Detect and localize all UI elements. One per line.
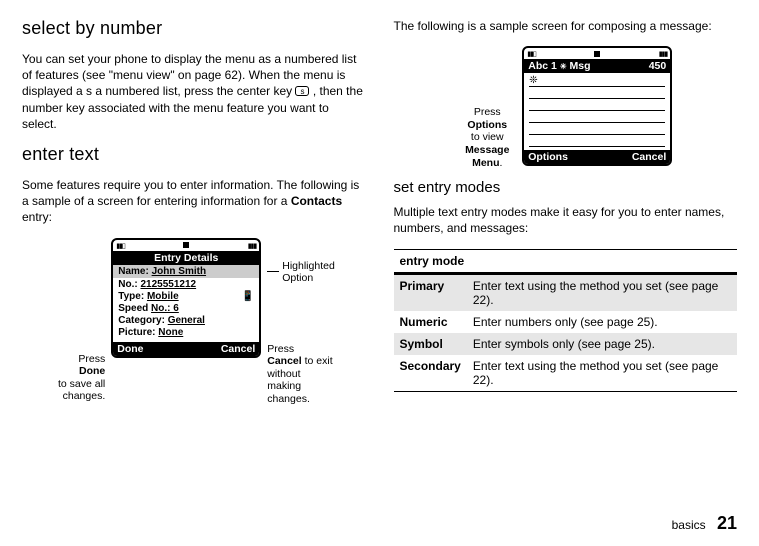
para-select-by-number: You can set your phone to display the me… <box>22 51 366 132</box>
softkey-bar: Options Cancel <box>524 150 670 164</box>
label: Category: <box>118 315 165 326</box>
battery-icon <box>248 241 257 250</box>
mode-desc: Enter text using the method you set (see… <box>467 273 737 311</box>
heading-select-by-number: select by number <box>22 18 366 39</box>
table-header: entry mode <box>394 249 738 273</box>
mode-desc: Enter symbols only (see page 25). <box>467 333 737 355</box>
text: Press <box>474 106 501 118</box>
options-bold: Options <box>467 119 507 131</box>
center-key-icon: s <box>295 86 309 96</box>
phone-title-bar: Abc 1 ✳ Msg 450 <box>524 59 670 73</box>
field-picture: Picture: None <box>118 327 254 338</box>
para-compose-intro: The following is a sample screen for com… <box>394 18 738 34</box>
status-square-icon <box>594 51 600 57</box>
label: No.: <box>118 279 137 290</box>
phone-message-body[interactable]: ❊ <box>524 73 670 150</box>
value: No.: 6 <box>151 303 179 314</box>
field-speed: Speed No.: 6 <box>118 303 254 314</box>
mode-name: Symbol <box>394 333 467 355</box>
text: to save all changes. <box>58 378 105 403</box>
callout-options: Press Options to view Message Menu. <box>458 106 516 169</box>
softkey-done[interactable]: Done <box>117 343 143 355</box>
page-footer: basics 21 <box>672 513 737 534</box>
entry-details-diagram: Press Done to save all changes. Entry De… <box>22 238 366 406</box>
field-name-highlighted: Name: John Smith <box>113 265 259 278</box>
mode-name: Numeric <box>394 311 467 333</box>
text-line: ❊ <box>529 75 665 87</box>
field-type: Type: Mobile 📱 <box>118 291 254 302</box>
mobile-icon: 📱 <box>242 291 254 302</box>
phone-status-bar <box>113 240 259 251</box>
cursor-icon: ❊ <box>529 75 537 86</box>
table-row: Primary Enter text using the method you … <box>394 273 738 311</box>
label: Speed <box>118 303 148 314</box>
softkey-bar: Done Cancel <box>113 342 259 356</box>
leader-line <box>267 265 279 272</box>
mode-desc: Enter numbers only (see page 25). <box>467 311 737 333</box>
text-line <box>529 87 665 99</box>
text-line <box>529 123 665 135</box>
char-count: 450 <box>649 60 667 72</box>
value: None <box>158 327 183 338</box>
mode-name: Primary <box>394 273 467 311</box>
text: . <box>500 157 503 169</box>
text-line <box>529 111 665 123</box>
done-bold: Done <box>79 365 105 377</box>
value: 2125551212 <box>140 279 196 290</box>
callout-cancel: Press Cancel to exit without making chan… <box>267 343 337 406</box>
callout-done: Press Done to save all changes. <box>35 353 105 403</box>
mode-desc: Enter text using the method you set (see… <box>467 355 737 392</box>
signal-icon <box>527 49 536 58</box>
heading-set-entry-modes: set entry modes <box>394 179 738 196</box>
table-row: Symbol Enter symbols only (see page 25). <box>394 333 738 355</box>
battery-icon <box>659 49 668 58</box>
text: Press <box>267 343 294 355</box>
entry-mode-table: entry mode Primary Enter text using the … <box>394 249 738 392</box>
title-icon: ✳ <box>560 62 567 71</box>
phone-entry-details: Entry Details Name: John Smith No.: 2125… <box>111 238 261 358</box>
page-number: 21 <box>717 513 737 533</box>
field-category: Category: General <box>118 315 254 326</box>
text-line <box>529 135 665 147</box>
para-entry-modes: Multiple text entry modes make it easy f… <box>394 204 738 236</box>
contacts-bold: Contacts <box>291 194 342 208</box>
text-line <box>529 99 665 111</box>
value: John Smith <box>152 266 206 277</box>
mode-name: Secondary <box>394 355 467 392</box>
field-no: No.: 2125551212 <box>118 279 254 290</box>
heading-enter-text: enter text <box>22 144 366 165</box>
status-square-icon <box>183 242 189 248</box>
phone-title: Entry Details <box>113 251 259 265</box>
signal-icon <box>116 241 125 250</box>
softkey-cancel[interactable]: Cancel <box>632 151 666 163</box>
text: entry: <box>22 210 52 224</box>
abc-mode: Abc 1 <box>528 60 557 72</box>
msg-label: Msg <box>570 60 591 72</box>
phone-compose-message: Abc 1 ✳ Msg 450 ❊ Options Cancel <box>522 46 672 166</box>
softkey-options[interactable]: Options <box>528 151 568 163</box>
value: Mobile <box>147 291 179 302</box>
label: Type: <box>118 291 144 302</box>
callout-highlighted-option: Highlighted Option <box>282 260 352 285</box>
value: General <box>168 315 205 326</box>
section-name: basics <box>672 518 706 532</box>
table-row: Numeric Enter numbers only (see page 25)… <box>394 311 738 333</box>
phone-status-bar <box>524 48 670 59</box>
para-enter-text-intro: Some features require you to enter infor… <box>22 177 366 226</box>
label: Name: <box>118 266 149 277</box>
phone-body: Name: John Smith No.: 2125551212 Type: M… <box>113 265 259 342</box>
text: Press <box>78 353 105 365</box>
table-row: Secondary Enter text using the method yo… <box>394 355 738 392</box>
message-menu-bold: Message Menu <box>465 144 509 169</box>
softkey-cancel[interactable]: Cancel <box>221 343 255 355</box>
cancel-bold: Cancel <box>267 355 301 367</box>
label: Picture: <box>118 327 155 338</box>
text: to view <box>471 131 504 143</box>
compose-diagram: Press Options to view Message Menu. Abc … <box>394 46 738 169</box>
